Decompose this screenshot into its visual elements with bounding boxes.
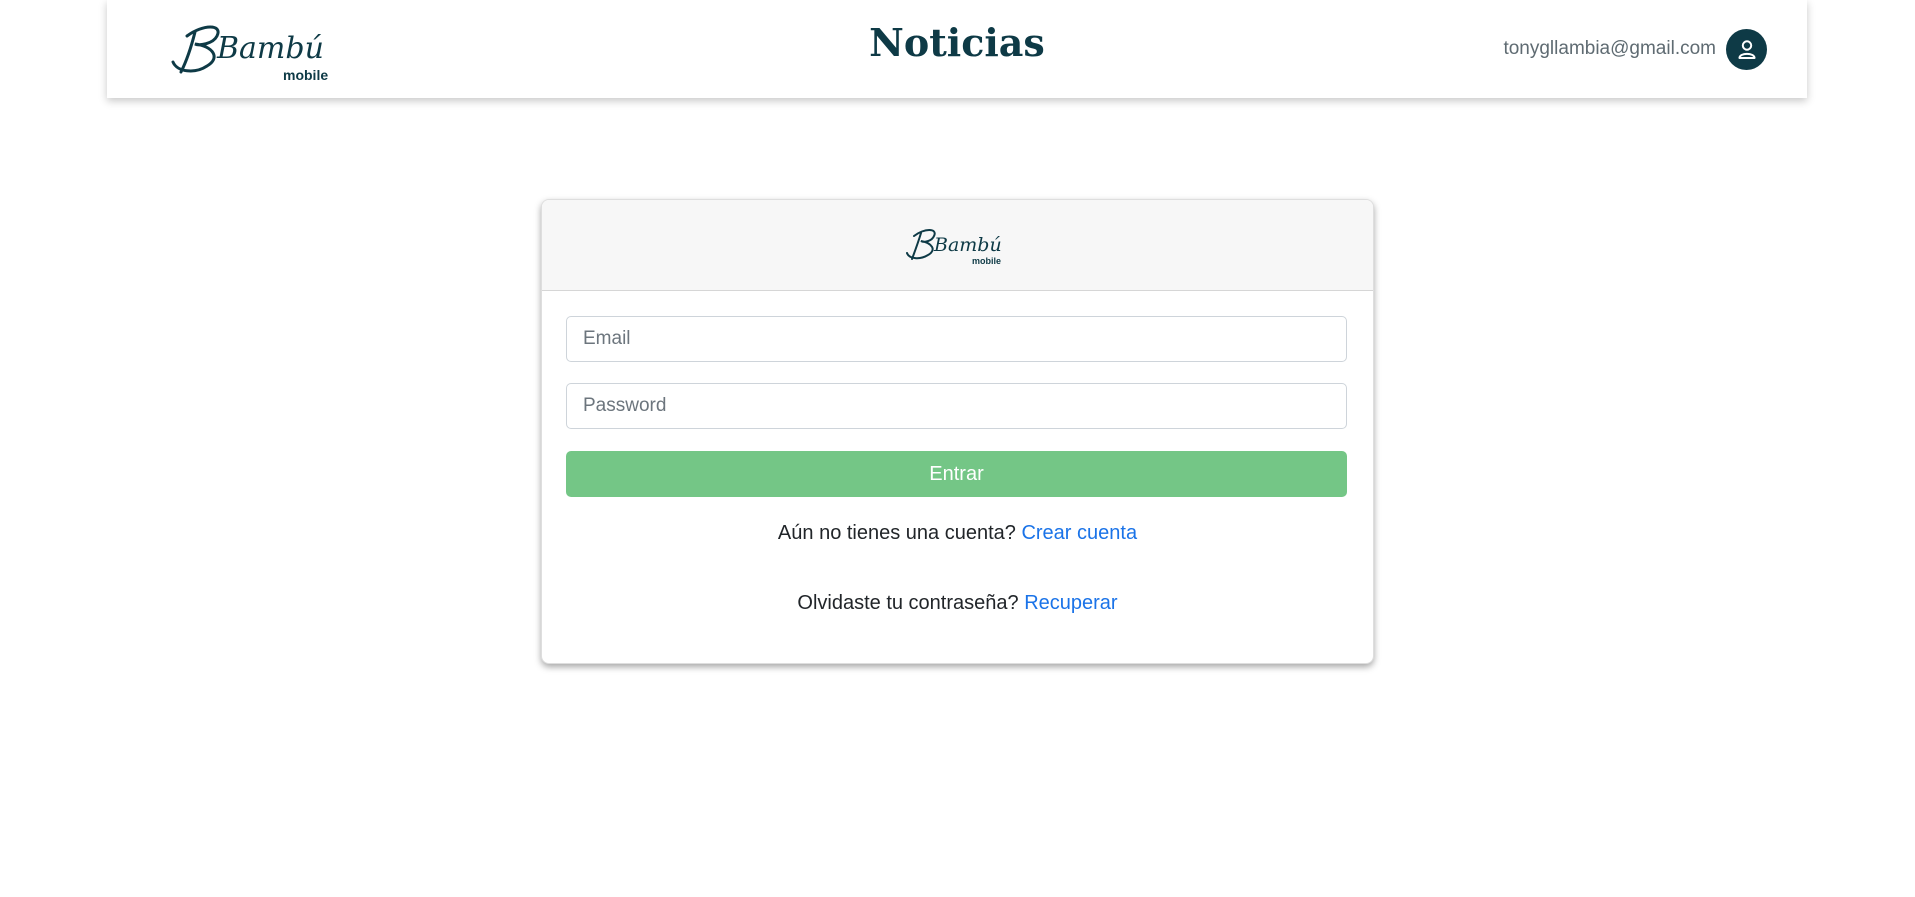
user-icon[interactable]: [1726, 28, 1767, 70]
card-logo-wordmark: Bambú: [933, 234, 1002, 256]
email-field[interactable]: [566, 316, 1347, 362]
login-card-header: Bambú mobile: [542, 200, 1373, 291]
user-email: tonygllambia@gmail.com: [1503, 38, 1716, 59]
signup-prompt: Aún no tienes una cuenta?: [777, 522, 1016, 544]
recover-prompt: Olvidaste tu contraseña?: [797, 592, 1019, 614]
signup-row: Aún no tienes una cuenta? Crear cuenta: [542, 522, 1373, 545]
login-button[interactable]: Entrar: [566, 451, 1347, 497]
recover-row: Olvidaste tu contraseña? Recuperar: [542, 592, 1373, 615]
login-card: Bambú mobile Entrar Aún no tienes una cu…: [541, 199, 1374, 664]
create-account-link[interactable]: Crear cuenta: [1021, 522, 1137, 544]
recover-password-link[interactable]: Recuperar: [1024, 592, 1117, 614]
card-logo: Bambú mobile: [906, 229, 1002, 266]
password-field[interactable]: [566, 383, 1347, 429]
brand-logo[interactable]: Bambú mobile: [165, 14, 335, 84]
top-header: Bambú mobile Noticias tonygllambia@gmail…: [107, 0, 1807, 98]
card-logo-subtext: mobile: [972, 256, 1001, 266]
user-menu[interactable]: tonygllambia@gmail.com: [1503, 28, 1767, 70]
logo-wordmark: Bambú: [216, 31, 324, 66]
logo-subtext: mobile: [283, 67, 328, 83]
